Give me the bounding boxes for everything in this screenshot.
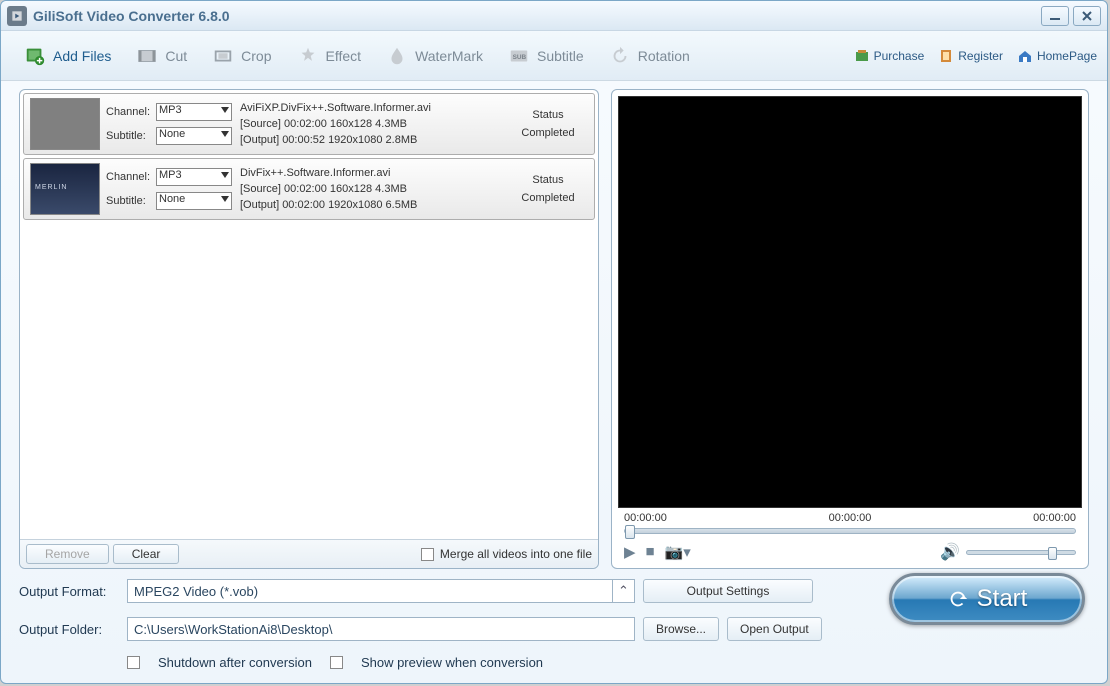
file-source: [Source] 00:02:00 160x128 4.3MB bbox=[240, 118, 502, 130]
clear-button[interactable]: Clear bbox=[113, 544, 180, 564]
subtitle-label: Subtitle bbox=[537, 48, 584, 64]
status-header: Status bbox=[508, 109, 588, 121]
file-name: DivFix++.Software.Informer.avi bbox=[240, 167, 502, 179]
file-source: [Source] 00:02:00 160x128 4.3MB bbox=[240, 183, 502, 195]
cut-icon bbox=[135, 44, 159, 68]
homepage-link[interactable]: HomePage bbox=[1017, 48, 1097, 64]
cut-button[interactable]: Cut bbox=[123, 40, 199, 72]
seek-slider[interactable] bbox=[624, 528, 1076, 534]
window-controls bbox=[1041, 6, 1101, 26]
status-value: Completed bbox=[508, 127, 588, 139]
merge-label: Merge all videos into one file bbox=[440, 547, 592, 561]
app-icon bbox=[7, 6, 27, 26]
status-header: Status bbox=[508, 174, 588, 186]
status-value: Completed bbox=[508, 192, 588, 204]
output-folder-label: Output Folder: bbox=[19, 622, 119, 637]
watermark-label: WaterMark bbox=[415, 48, 483, 64]
svg-text:SUB: SUB bbox=[513, 53, 527, 60]
preview-panel: 00:00:00 00:00:00 00:00:00 ▶ ■ 📷▾ 🔊 bbox=[611, 89, 1089, 569]
file-item[interactable]: Channel: MP3 Subtitle: None DivFix++.Softw… bbox=[23, 158, 595, 220]
toolbar: Add Files Cut Crop Effect WaterMark SUB … bbox=[1, 31, 1107, 81]
merge-checkbox[interactable] bbox=[421, 548, 434, 561]
shutdown-checkbox[interactable] bbox=[127, 656, 140, 669]
file-list-panel: Channel: MP3 Subtitle: None AviFiXP.DivFix… bbox=[19, 89, 599, 569]
crop-label: Crop bbox=[241, 48, 271, 64]
app-window: GiliSoft Video Converter 6.8.0 Add Files… bbox=[0, 0, 1108, 684]
channel-select[interactable]: MP3 bbox=[156, 103, 232, 121]
watermark-button[interactable]: WaterMark bbox=[373, 40, 495, 72]
add-files-button[interactable]: Add Files bbox=[11, 40, 123, 72]
rotation-label: Rotation bbox=[638, 48, 690, 64]
titlebar: GiliSoft Video Converter 6.8.0 bbox=[1, 1, 1107, 31]
cut-label: Cut bbox=[165, 48, 187, 64]
remove-button[interactable]: Remove bbox=[26, 544, 109, 564]
file-item[interactable]: Channel: MP3 Subtitle: None AviFiXP.DivFix… bbox=[23, 93, 595, 155]
channel-select[interactable]: MP3 bbox=[156, 168, 232, 186]
start-label: Start bbox=[977, 585, 1028, 613]
rotation-button[interactable]: Rotation bbox=[596, 40, 702, 72]
subtitle-select[interactable]: None bbox=[156, 127, 232, 145]
channel-label: Channel: bbox=[106, 106, 152, 118]
time-end: 00:00:00 bbox=[1033, 512, 1076, 524]
play-button[interactable]: ▶ bbox=[624, 543, 636, 561]
volume-icon[interactable]: 🔊 bbox=[940, 542, 960, 562]
purchase-icon bbox=[854, 48, 870, 64]
file-name: AviFiXP.DivFix++.Software.Informer.avi bbox=[240, 102, 502, 114]
output-folder-field[interactable]: C:\Users\WorkStationAi8\Desktop\ bbox=[127, 617, 635, 641]
file-thumbnail bbox=[30, 163, 100, 215]
effect-button[interactable]: Effect bbox=[284, 40, 374, 72]
shutdown-label: Shutdown after conversion bbox=[158, 655, 312, 670]
open-output-button[interactable]: Open Output bbox=[727, 617, 822, 641]
file-output: [Output] 00:00:52 1920x1080 2.8MB bbox=[240, 134, 502, 146]
rotation-icon bbox=[608, 44, 632, 68]
purchase-link[interactable]: Purchase bbox=[854, 48, 925, 64]
stop-button[interactable]: ■ bbox=[646, 543, 655, 561]
register-icon bbox=[938, 48, 954, 64]
subtitle-label: Subtitle: bbox=[106, 130, 152, 142]
time-current: 00:00:00 bbox=[829, 512, 872, 524]
minimize-button[interactable] bbox=[1041, 6, 1069, 26]
homepage-label: HomePage bbox=[1037, 49, 1097, 63]
browse-button[interactable]: Browse... bbox=[643, 617, 719, 641]
file-footer: Remove Clear Merge all videos into one f… bbox=[20, 539, 598, 568]
add-files-icon bbox=[23, 44, 47, 68]
file-list: Channel: MP3 Subtitle: None AviFiXP.DivFix… bbox=[20, 90, 598, 539]
crop-button[interactable]: Crop bbox=[199, 40, 283, 72]
volume-thumb[interactable] bbox=[1048, 547, 1057, 560]
crop-icon bbox=[211, 44, 235, 68]
add-files-label: Add Files bbox=[53, 48, 111, 64]
subtitle-label: Subtitle: bbox=[106, 195, 152, 207]
preview-checkbox[interactable] bbox=[330, 656, 343, 669]
volume-slider[interactable] bbox=[966, 550, 1076, 555]
register-link[interactable]: Register bbox=[938, 48, 1003, 64]
start-button[interactable]: Start bbox=[889, 573, 1085, 625]
subtitle-button[interactable]: SUB Subtitle bbox=[495, 40, 596, 72]
chevron-up-icon: ⌃ bbox=[612, 580, 634, 602]
video-preview[interactable] bbox=[618, 96, 1082, 508]
seek-thumb[interactable] bbox=[625, 525, 635, 539]
file-output: [Output] 00:02:00 1920x1080 6.5MB bbox=[240, 199, 502, 211]
close-button[interactable] bbox=[1073, 6, 1101, 26]
effect-icon bbox=[296, 44, 320, 68]
refresh-icon bbox=[947, 588, 969, 610]
output-format-label: Output Format: bbox=[19, 584, 119, 599]
effect-label: Effect bbox=[326, 48, 362, 64]
time-start: 00:00:00 bbox=[624, 512, 667, 524]
snapshot-button[interactable]: 📷▾ bbox=[665, 543, 691, 561]
watermark-icon bbox=[385, 44, 409, 68]
subtitle-icon: SUB bbox=[507, 44, 531, 68]
channel-label: Channel: bbox=[106, 171, 152, 183]
file-thumbnail bbox=[30, 98, 100, 150]
subtitle-select[interactable]: None bbox=[156, 192, 232, 210]
output-settings-button[interactable]: Output Settings bbox=[643, 579, 813, 603]
purchase-label: Purchase bbox=[874, 49, 925, 63]
register-label: Register bbox=[958, 49, 1003, 63]
app-title: GiliSoft Video Converter 6.8.0 bbox=[33, 8, 230, 24]
output-format-select[interactable]: MPEG2 Video (*.vob) ⌃ bbox=[127, 579, 635, 603]
preview-label: Show preview when conversion bbox=[361, 655, 543, 670]
home-icon bbox=[1017, 48, 1033, 64]
